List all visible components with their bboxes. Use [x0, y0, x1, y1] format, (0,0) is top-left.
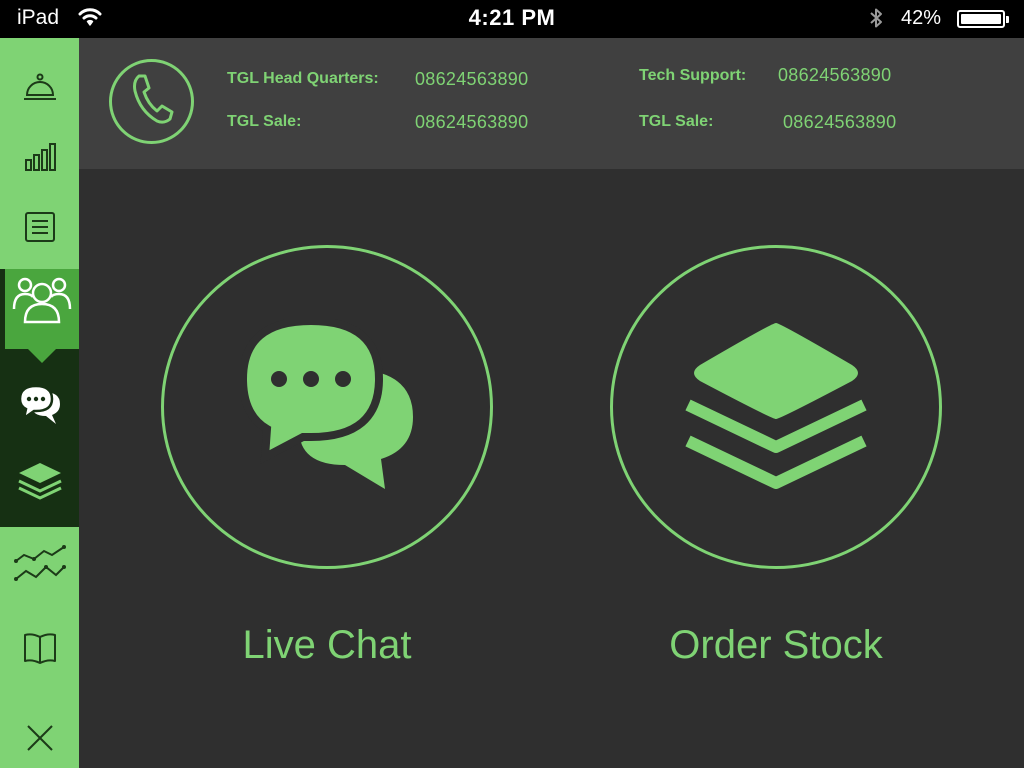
contact-sale-label: TGL Sale:	[227, 113, 302, 130]
main-content: Live Chat Order Stock	[79, 169, 1024, 768]
sidebar-item-catalog[interactable]	[0, 618, 79, 678]
sidebar-item-concierge[interactable]	[0, 58, 79, 118]
live-chat-label: Live Chat	[242, 623, 412, 667]
contact-header: TGL Head Quarters: 08624563890 TGL Sale:…	[79, 38, 1024, 169]
service-bell-icon	[22, 73, 58, 103]
sidebar-item-list[interactable]	[0, 197, 79, 257]
contact-tech-support-number[interactable]: 08624563890	[778, 65, 891, 86]
people-group-icon	[12, 275, 72, 327]
sidebar-item-close[interactable]	[0, 708, 79, 768]
chat-bubbles-icon	[18, 384, 62, 426]
open-book-icon	[22, 631, 58, 665]
live-chat-circle[interactable]	[161, 245, 493, 569]
order-stock-label: Order Stock	[669, 623, 883, 667]
sidebar-item-trends[interactable]	[0, 535, 79, 595]
bar-chart-icon	[22, 142, 58, 172]
contact-hq-label: TGL Head Quarters:	[227, 70, 379, 87]
bluetooth-icon	[868, 6, 884, 35]
phone-button[interactable]	[109, 59, 194, 144]
chat-bubbles-icon	[238, 316, 413, 496]
sidebar	[0, 38, 81, 768]
sidebar-item-contacts[interactable]	[5, 271, 79, 331]
status-bar: iPad 4:21 PM 42%	[0, 0, 1024, 38]
contact-sale-2-number[interactable]: 08624563890	[783, 112, 896, 133]
contact-sale-number[interactable]: 08624563890	[415, 112, 528, 133]
layers-icon	[17, 461, 63, 501]
live-chat-button[interactable]: Live Chat	[161, 245, 493, 668]
battery-percent: 42%	[901, 7, 942, 29]
contact-sale-2-label: TGL Sale:	[639, 113, 714, 130]
order-stock-circle[interactable]	[610, 245, 942, 569]
close-icon	[25, 723, 55, 753]
document-list-icon	[23, 210, 57, 244]
contact-tech-support-label: Tech Support:	[639, 67, 747, 84]
sidebar-item-stats[interactable]	[0, 127, 79, 187]
order-stock-button[interactable]: Order Stock	[610, 245, 942, 668]
contact-hq-number[interactable]: 08624563890	[415, 69, 528, 90]
sidebar-item-stock[interactable]	[0, 451, 79, 511]
battery-icon	[957, 10, 1009, 28]
sidebar-item-chat[interactable]	[0, 375, 79, 435]
line-chart-icon	[13, 545, 66, 585]
layers-icon	[684, 321, 868, 494]
phone-icon	[130, 73, 174, 130]
